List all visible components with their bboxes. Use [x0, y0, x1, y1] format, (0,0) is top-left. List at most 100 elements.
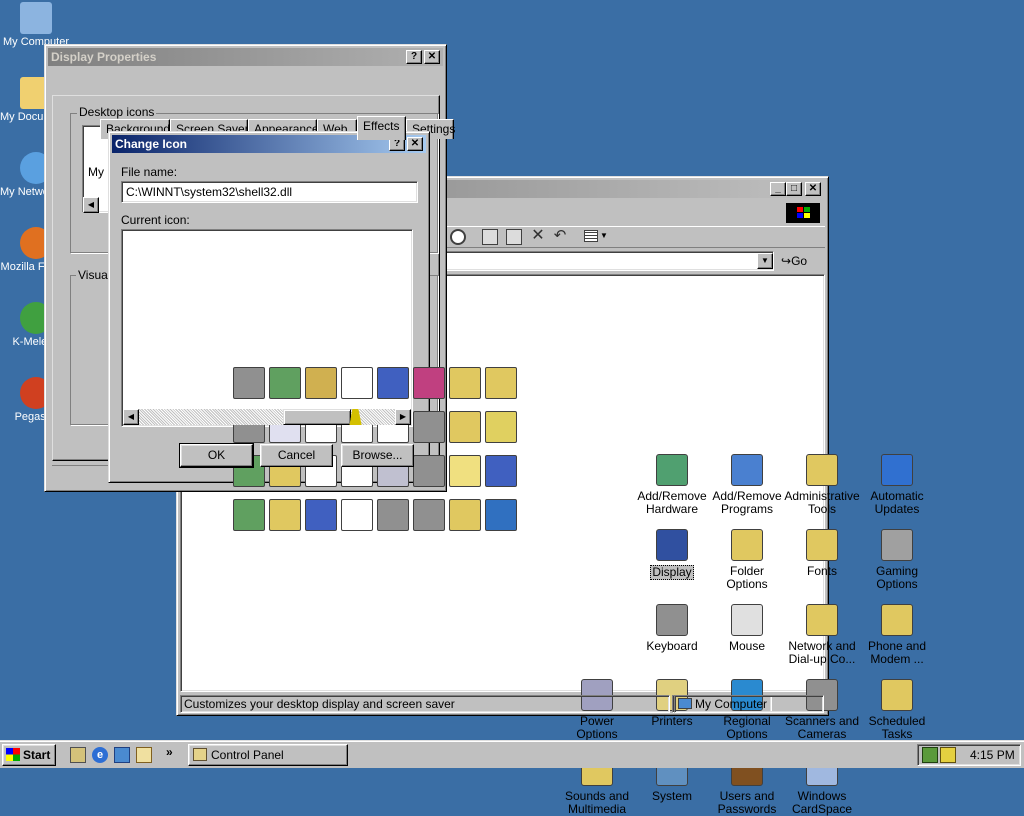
maximize-button[interactable]: □: [786, 182, 802, 196]
hourglass-icon[interactable]: [377, 367, 409, 399]
scroll-right-button[interactable]: ▶: [395, 409, 411, 425]
settings-icon[interactable]: [485, 455, 517, 487]
recycle-icon[interactable]: [269, 367, 301, 399]
open-folder-icon[interactable]: [449, 411, 481, 443]
add-programs-icon: [731, 454, 763, 486]
help-button[interactable]: ?: [406, 50, 422, 64]
mouse-icon: [731, 604, 763, 636]
control-panel-item-label: Automatic Updates: [870, 489, 924, 516]
tree-icon[interactable]: [449, 367, 481, 399]
control-panel-item-label: Printers: [651, 714, 693, 728]
folder-icon[interactable]: [485, 367, 517, 399]
control-panel-item[interactable]: Administrative Tools: [782, 454, 862, 516]
search-icon[interactable]: [136, 747, 152, 763]
star-folder-icon[interactable]: [449, 455, 481, 487]
control-panel-item-label: Add/Remove Programs: [712, 489, 782, 516]
control-panel-item[interactable]: Fonts: [782, 529, 862, 578]
add-hardware-icon: [656, 454, 688, 486]
clock[interactable]: 4:15 PM: [970, 748, 1015, 762]
scheduled-tasks-icon: [881, 679, 913, 711]
globe-icon[interactable]: [485, 499, 517, 531]
status-zone-label: My Computer: [695, 697, 768, 711]
control-panel-item[interactable]: Add/Remove Hardware: [632, 454, 712, 516]
internet-explorer-icon[interactable]: e: [92, 747, 108, 763]
control-panel-item[interactable]: Display: [632, 529, 712, 580]
folder-icon[interactable]: [485, 411, 517, 443]
control-panel-item-label: Display: [650, 565, 694, 580]
control-panel-item[interactable]: Network and Dial-up Co...: [782, 604, 862, 666]
tab-effects[interactable]: Effects: [357, 116, 406, 140]
history-icon[interactable]: [450, 229, 466, 245]
minimize-button[interactable]: _: [770, 182, 786, 196]
control-panel-item[interactable]: Keyboard: [632, 604, 712, 653]
printer-icon[interactable]: [413, 499, 445, 531]
views-dropdown-icon[interactable]: ▼: [600, 231, 608, 240]
list-scroll-left[interactable]: ◀: [83, 197, 99, 213]
share-icon[interactable]: [449, 499, 481, 531]
control-panel-item-label: Power Options: [576, 714, 618, 741]
shapes-icon[interactable]: [413, 367, 445, 399]
control-panel-item-label: Scanners and Cameras: [784, 714, 860, 741]
file-name-input[interactable]: C:\WINNT\system32\shell32.dll: [121, 181, 418, 203]
quick-launch-more-icon[interactable]: »: [166, 745, 173, 759]
scroll-left-button[interactable]: ◀: [123, 409, 139, 425]
volume-tray-icon[interactable]: [940, 747, 956, 763]
display-properties-titlebar[interactable]: Display Properties: [48, 48, 443, 66]
control-panel-item-label: Gaming Options: [875, 564, 919, 591]
network-printer-icon[interactable]: [413, 411, 445, 443]
start-button[interactable]: Start: [2, 744, 56, 766]
close-button[interactable]: ✕: [424, 50, 440, 64]
desktop-icon[interactable]: My Computer: [0, 2, 72, 48]
printer-icon[interactable]: [233, 367, 265, 399]
joystick-icon: [881, 529, 913, 561]
icon-list-scrollbar[interactable]: [123, 409, 411, 425]
file-name-label: File name:: [121, 165, 178, 179]
cancel-button[interactable]: Cancel: [260, 444, 333, 467]
address-dropdown-button[interactable]: ▼: [757, 253, 773, 269]
control-panel-item-label: Folder Options: [726, 564, 768, 591]
outlook-express-icon[interactable]: [114, 747, 130, 763]
control-panel-item-label: Administrative Tools: [784, 489, 860, 516]
control-panel-item[interactable]: Phone and Modem ...: [857, 604, 937, 666]
task-label: Control Panel: [211, 748, 284, 762]
scroll-thumb[interactable]: [283, 409, 351, 425]
document-icon[interactable]: [341, 367, 373, 399]
disk-icon[interactable]: [377, 499, 409, 531]
control-panel-item[interactable]: Add/Remove Programs: [707, 454, 787, 516]
control-panel-item[interactable]: Mouse: [707, 604, 787, 653]
settings-icon[interactable]: [305, 367, 337, 399]
go-label: Go: [791, 254, 808, 268]
control-panel-item-label: Keyboard: [646, 639, 698, 653]
folder-icon[interactable]: [269, 499, 301, 531]
font-a-icon[interactable]: [341, 499, 373, 531]
control-panel-item[interactable]: Gaming Options: [857, 529, 937, 591]
phone-icon: [881, 604, 913, 636]
printer-icon[interactable]: [413, 455, 445, 487]
control-panel-item-label: Network and Dial-up Co...: [788, 639, 856, 666]
close-button[interactable]: ✕: [805, 182, 821, 196]
delete-icon[interactable]: ✕: [530, 228, 546, 244]
ok-button[interactable]: OK: [179, 443, 254, 468]
undo-icon[interactable]: ↶: [552, 228, 568, 244]
close-button[interactable]: ✕: [407, 137, 423, 151]
control-panel-item-label: Mouse: [728, 639, 766, 653]
start-label: Start: [23, 748, 51, 762]
views-icon[interactable]: [584, 230, 598, 242]
computer-icon: [20, 2, 52, 34]
control-panel-item[interactable]: Automatic Updates: [857, 454, 937, 516]
window-icon[interactable]: [305, 499, 337, 531]
control-panel-item-label: Scheduled Tasks: [868, 714, 926, 741]
show-desktop-icon[interactable]: [70, 747, 86, 763]
quick-launch: e »: [62, 745, 187, 765]
taskbar-control-panel-button[interactable]: Control Panel: [188, 744, 348, 766]
network-tray-icon[interactable]: [922, 747, 938, 763]
current-icon-label: Current icon:: [121, 213, 190, 227]
control-panel-small-icon: [193, 748, 207, 761]
move-to-icon[interactable]: [482, 229, 498, 245]
copy-to-icon[interactable]: [506, 229, 522, 245]
recycle-full-icon[interactable]: [233, 499, 265, 531]
browse-button[interactable]: Browse...: [341, 444, 414, 467]
go-button[interactable]: ↪Go: [781, 252, 807, 270]
control-panel-item[interactable]: Folder Options: [707, 529, 787, 591]
control-panel-item[interactable]: Scheduled Tasks: [857, 679, 937, 741]
